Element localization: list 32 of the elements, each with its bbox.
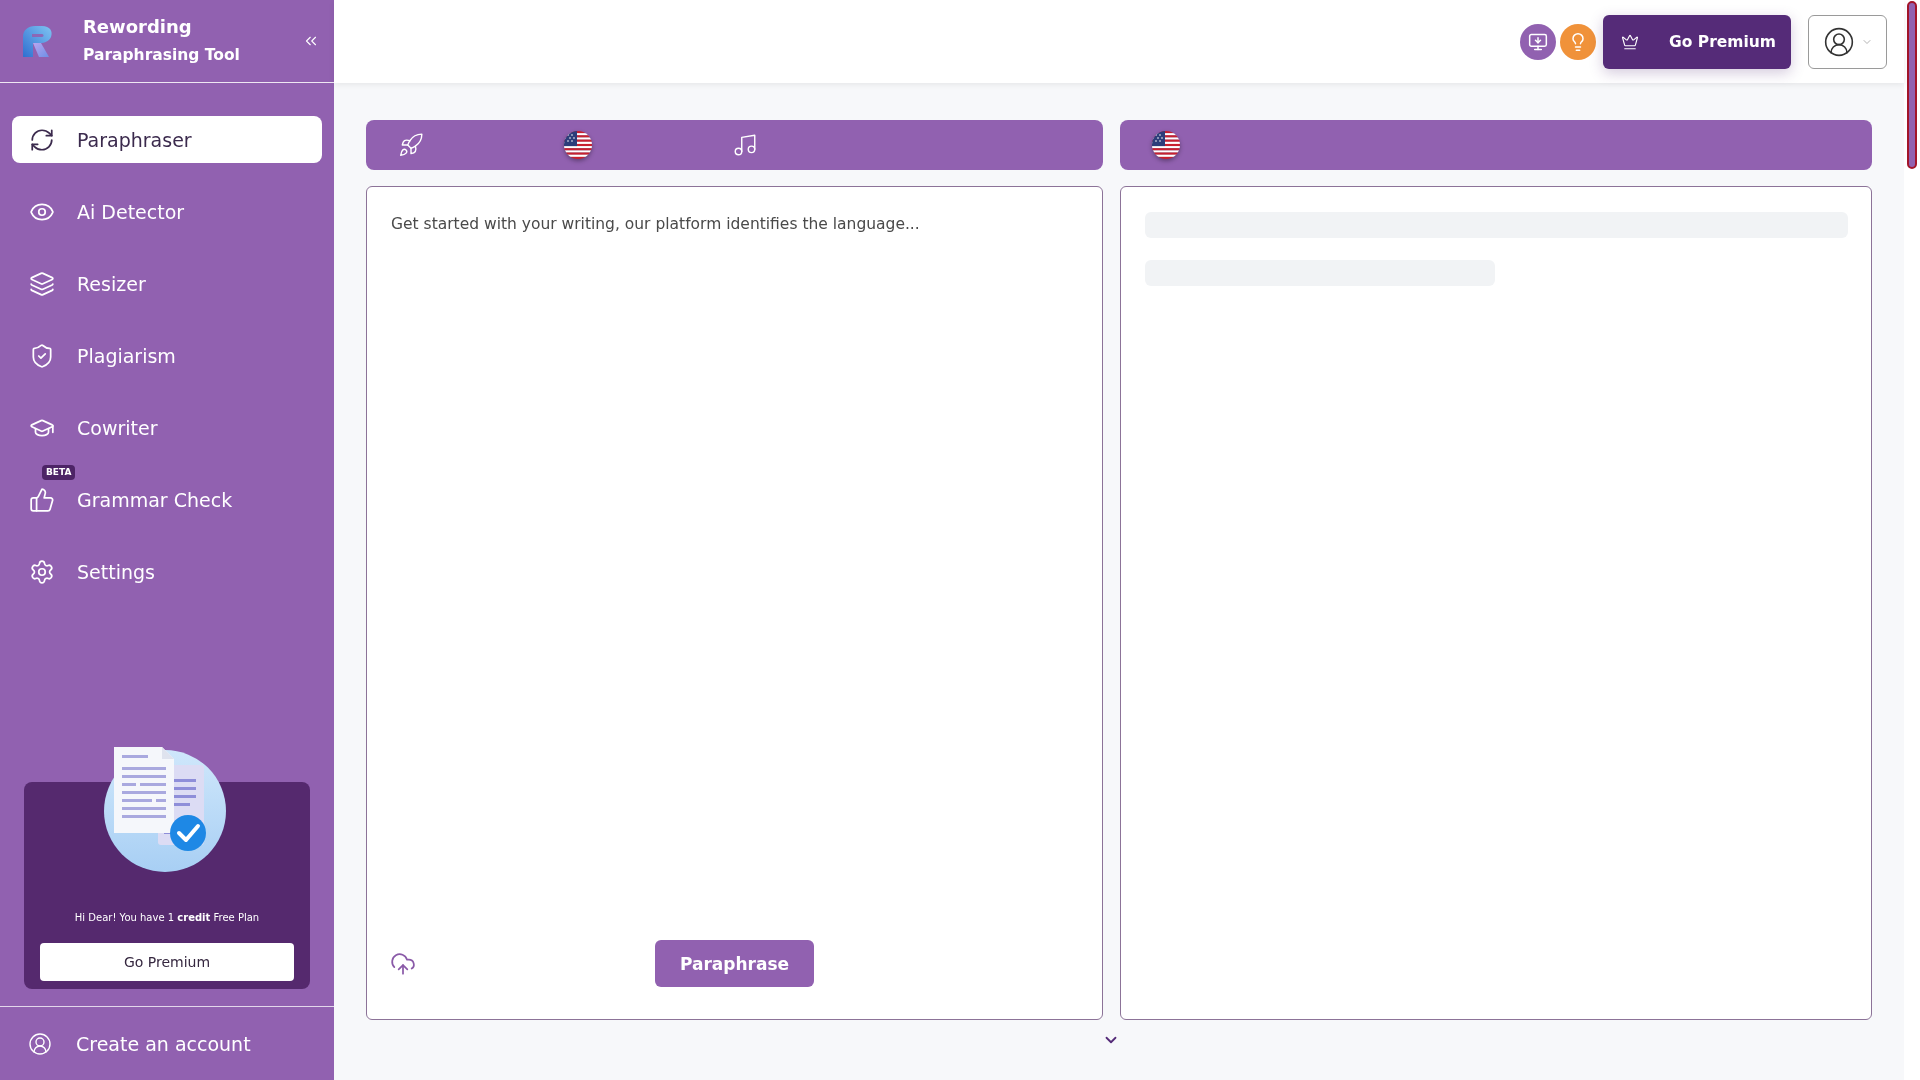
layers-icon	[29, 270, 55, 297]
sidebar-nav-item[interactable]: Cowriter	[12, 404, 322, 451]
user-circle-icon	[28, 1031, 52, 1056]
profile-menu-button[interactable]	[1808, 14, 1887, 69]
beta-badge: BETA	[42, 465, 76, 480]
thumbs-up-icon	[29, 486, 55, 513]
logo-icon	[20, 24, 54, 58]
sidebar-nav-item[interactable]: Settings	[12, 548, 322, 595]
brand-title: Rewording	[83, 15, 193, 39]
crown-icon	[1621, 32, 1639, 51]
cloud-upload-icon[interactable]	[390, 950, 416, 977]
paraphrase-button[interactable]: Paraphrase	[655, 940, 814, 987]
us-flag-icon[interactable]	[564, 131, 592, 159]
create-account-button[interactable]: Create an account	[28, 1031, 251, 1056]
monitor-download-icon[interactable]	[1520, 23, 1556, 60]
refresh-icon	[29, 126, 55, 153]
lightbulb-icon[interactable]	[1560, 23, 1596, 60]
go-premium-button[interactable]: Go Premium	[40, 943, 294, 981]
sidebar-nav-item[interactable]: Plagiarism	[12, 332, 322, 379]
sidebar-nav-item[interactable]: Ai Detector	[12, 188, 322, 235]
go-premium-button[interactable]: Go Premium	[1603, 14, 1791, 69]
promo-message: Hi Dear! You have 1 credit Free Plan	[74, 911, 260, 925]
sidebar-nav-item[interactable]: Resizer	[12, 260, 322, 307]
user-circle-icon	[1822, 25, 1855, 58]
shield-check-icon	[29, 342, 55, 369]
rocket-icon[interactable]	[398, 132, 424, 158]
scrollbar-thumb[interactable]	[1907, 1, 1917, 169]
settings-icon	[29, 558, 55, 585]
music-note-icon[interactable]	[732, 132, 758, 158]
us-flag-icon[interactable]	[1152, 131, 1180, 159]
brand-subtitle: Paraphrasing Tool	[83, 45, 240, 66]
sidebar-nav-item[interactable]: Paraphraser	[12, 116, 322, 163]
